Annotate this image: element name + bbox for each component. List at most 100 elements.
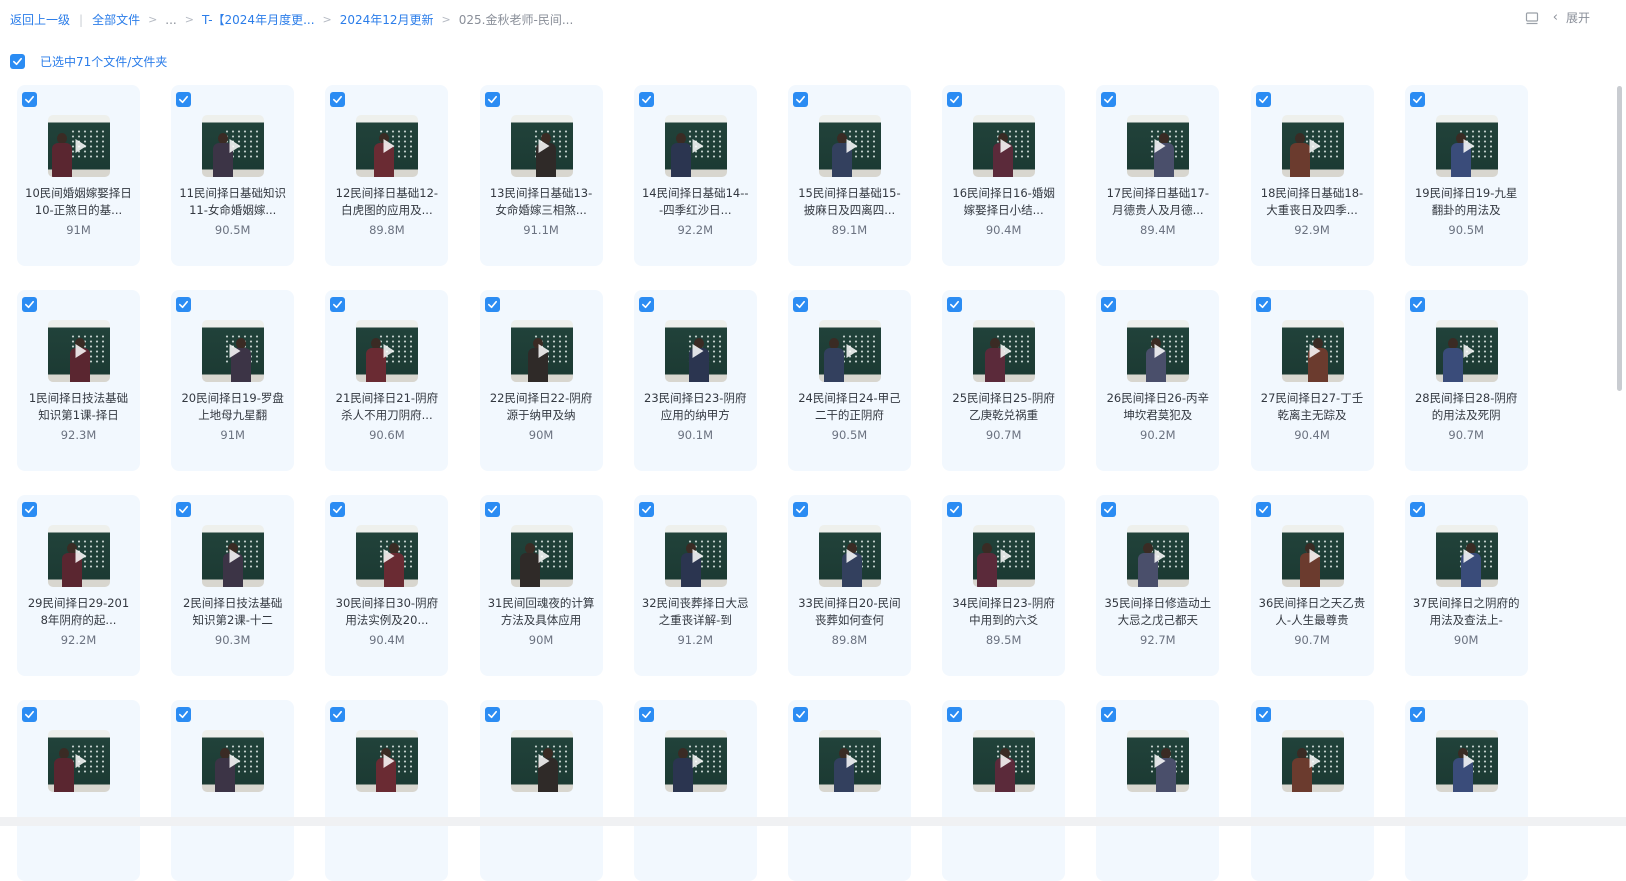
- file-checkbox[interactable]: [638, 297, 654, 312]
- file-checkbox[interactable]: [1101, 502, 1117, 517]
- file-card[interactable]: 24民间择日24-甲己二干的正阴府 90.5M: [787, 290, 911, 471]
- file-card[interactable]: [942, 700, 1066, 881]
- file-card[interactable]: 14民间择日基础14---四季红沙日... 92.2M: [633, 85, 757, 266]
- top-bar: 返回上一级 | 全部文件 > ... > T-【2024年月度更... > 20…: [0, 0, 1626, 40]
- file-card[interactable]: 27民间择日27-丁壬乾离主无踪及 90.4M: [1250, 290, 1374, 471]
- file-checkbox[interactable]: [1409, 92, 1425, 107]
- file-checkbox[interactable]: [330, 502, 346, 517]
- file-card[interactable]: 25民间择日25-阴府乙庚乾兑祸重 90.7M: [942, 290, 1066, 471]
- file-card[interactable]: 2民间择日技法基础知识第2课-十二 90.3M: [171, 495, 295, 676]
- file-checkbox[interactable]: [638, 707, 654, 722]
- play-icon: [75, 344, 87, 358]
- file-card[interactable]: 33民间择日20-民间丧葬如何查何 89.8M: [787, 495, 911, 676]
- file-checkbox[interactable]: [176, 297, 192, 312]
- file-card[interactable]: 17民间择日基础17-月德贵人及月德... 89.4M: [1096, 85, 1220, 266]
- file-card[interactable]: 15民间择日基础15-披麻日及四离四... 89.1M: [787, 85, 911, 266]
- file-size: 92.7M: [1140, 633, 1176, 647]
- file-grid: 10民间婚姻嫁娶择日10-正煞日的基... 91M 11民间择日基础知识11-女命婚…: [17, 85, 1537, 881]
- file-checkbox[interactable]: [1255, 297, 1271, 312]
- file-checkbox[interactable]: [22, 707, 37, 722]
- file-card[interactable]: 29民间择日29-2018年阴府的起... 92.2M: [17, 495, 140, 676]
- file-card[interactable]: [633, 700, 757, 881]
- file-checkbox[interactable]: [947, 92, 963, 107]
- file-card[interactable]: 12民间择日基础12-白虎图的应用及... 89.8M: [325, 85, 449, 266]
- file-checkbox[interactable]: [947, 707, 963, 722]
- breadcrumb-ellipsis[interactable]: ...: [165, 13, 176, 27]
- file-checkbox[interactable]: [1101, 297, 1117, 312]
- select-all-checkbox[interactable]: [10, 54, 25, 69]
- file-card[interactable]: 28民间择日28-阴府的用法及死阴 90.7M: [1404, 290, 1528, 471]
- file-size: 91.1M: [523, 223, 559, 237]
- file-card[interactable]: 30民间择日30-阴府用法实例及20... 90.4M: [325, 495, 449, 676]
- file-checkbox[interactable]: [330, 707, 346, 722]
- expand-button[interactable]: ‹ 展开: [1553, 9, 1590, 26]
- file-checkbox[interactable]: [22, 92, 37, 107]
- file-card[interactable]: [787, 700, 911, 881]
- file-card[interactable]: 32民间丧葬择日大忌之重丧详解-到 91.2M: [633, 495, 757, 676]
- file-card[interactable]: 35民间择日修造动土大忌之戊己都天 92.7M: [1096, 495, 1220, 676]
- file-card[interactable]: 37民间择日之阴府的用法及查法上- 90M: [1404, 495, 1528, 676]
- file-checkbox[interactable]: [792, 502, 808, 517]
- file-checkbox[interactable]: [176, 707, 192, 722]
- layout-icon[interactable]: [1525, 11, 1539, 25]
- file-card[interactable]: 21民间择日21-阴府杀人不用刀阴府... 90.6M: [325, 290, 449, 471]
- file-card[interactable]: 20民间择日19-罗盘上地母九星翻 91M: [171, 290, 295, 471]
- file-checkbox[interactable]: [1409, 297, 1425, 312]
- breadcrumb-item-december[interactable]: 2024年12月更新: [340, 11, 434, 28]
- file-card[interactable]: 10民间婚姻嫁娶择日10-正煞日的基... 91M: [17, 85, 140, 266]
- file-checkbox[interactable]: [1409, 707, 1425, 722]
- file-checkbox[interactable]: [484, 92, 500, 107]
- file-card[interactable]: [1096, 700, 1220, 881]
- video-thumbnail: [973, 525, 1036, 587]
- file-checkbox[interactable]: [1255, 92, 1271, 107]
- file-card[interactable]: [1404, 700, 1528, 881]
- file-checkbox[interactable]: [1409, 502, 1425, 517]
- file-card[interactable]: 11民间择日基础知识11-女命婚姻嫁... 90.5M: [171, 85, 295, 266]
- file-card[interactable]: 23民间择日23-阴府应用的纳甲方 90.1M: [633, 290, 757, 471]
- file-card[interactable]: 34民间择日23-阴府中用到的六爻 89.5M: [942, 495, 1066, 676]
- file-card[interactable]: [171, 700, 295, 881]
- file-card[interactable]: 13民间择日基础13-女命婚嫁三相煞... 91.1M: [479, 85, 603, 266]
- file-checkbox[interactable]: [638, 502, 654, 517]
- back-link[interactable]: 返回上一级: [10, 11, 70, 28]
- video-thumbnail: [1127, 115, 1190, 177]
- file-checkbox[interactable]: [484, 502, 500, 517]
- file-checkbox[interactable]: [1255, 707, 1271, 722]
- file-checkbox[interactable]: [1255, 502, 1271, 517]
- file-checkbox[interactable]: [792, 92, 808, 107]
- file-checkbox[interactable]: [330, 297, 346, 312]
- file-card[interactable]: 36民间择日之天乙贵人-人生最尊贵 90.7M: [1250, 495, 1374, 676]
- file-checkbox[interactable]: [792, 297, 808, 312]
- file-checkbox[interactable]: [947, 502, 963, 517]
- scrollbar[interactable]: [1617, 86, 1622, 391]
- file-card[interactable]: 1民间择日技法基础知识第1课-择日 92.3M: [17, 290, 140, 471]
- file-card[interactable]: 22民间择日22-阴府源于纳甲及纳 90M: [479, 290, 603, 471]
- file-checkbox[interactable]: [792, 707, 808, 722]
- file-card[interactable]: [325, 700, 449, 881]
- file-checkbox[interactable]: [1101, 707, 1117, 722]
- file-checkbox[interactable]: [1101, 92, 1117, 107]
- file-checkbox[interactable]: [22, 297, 37, 312]
- file-card[interactable]: [17, 700, 140, 881]
- file-card[interactable]: [479, 700, 603, 881]
- file-checkbox[interactable]: [330, 92, 346, 107]
- file-checkbox[interactable]: [22, 502, 37, 517]
- breadcrumb-item-monthly[interactable]: T-【2024年月度更...: [202, 11, 315, 28]
- file-card[interactable]: 18民间择日基础18-大重丧日及四季... 92.9M: [1250, 85, 1374, 266]
- file-checkbox[interactable]: [176, 502, 192, 517]
- play-icon: [1000, 139, 1012, 153]
- file-name: 32民间丧葬择日大忌之重丧详解-到: [641, 596, 749, 627]
- breadcrumb-root[interactable]: 全部文件: [92, 11, 140, 28]
- file-card[interactable]: [1250, 700, 1374, 881]
- file-checkbox[interactable]: [484, 297, 500, 312]
- video-thumbnail: [356, 115, 419, 177]
- file-checkbox[interactable]: [947, 297, 963, 312]
- file-card[interactable]: 31民间回魂夜的计算方法及具体应用 90M: [479, 495, 603, 676]
- file-card[interactable]: 26民间择日26-丙辛坤坎君莫犯及 90.2M: [1096, 290, 1220, 471]
- file-checkbox[interactable]: [176, 92, 192, 107]
- file-checkbox[interactable]: [638, 92, 654, 107]
- file-checkbox[interactable]: [484, 707, 500, 722]
- play-icon: [1463, 139, 1475, 153]
- file-card[interactable]: 16民间择日16-婚姻嫁娶择日小结... 90.4M: [942, 85, 1066, 266]
- file-card[interactable]: 19民间择日19-九星翻卦的用法及 90.5M: [1404, 85, 1528, 266]
